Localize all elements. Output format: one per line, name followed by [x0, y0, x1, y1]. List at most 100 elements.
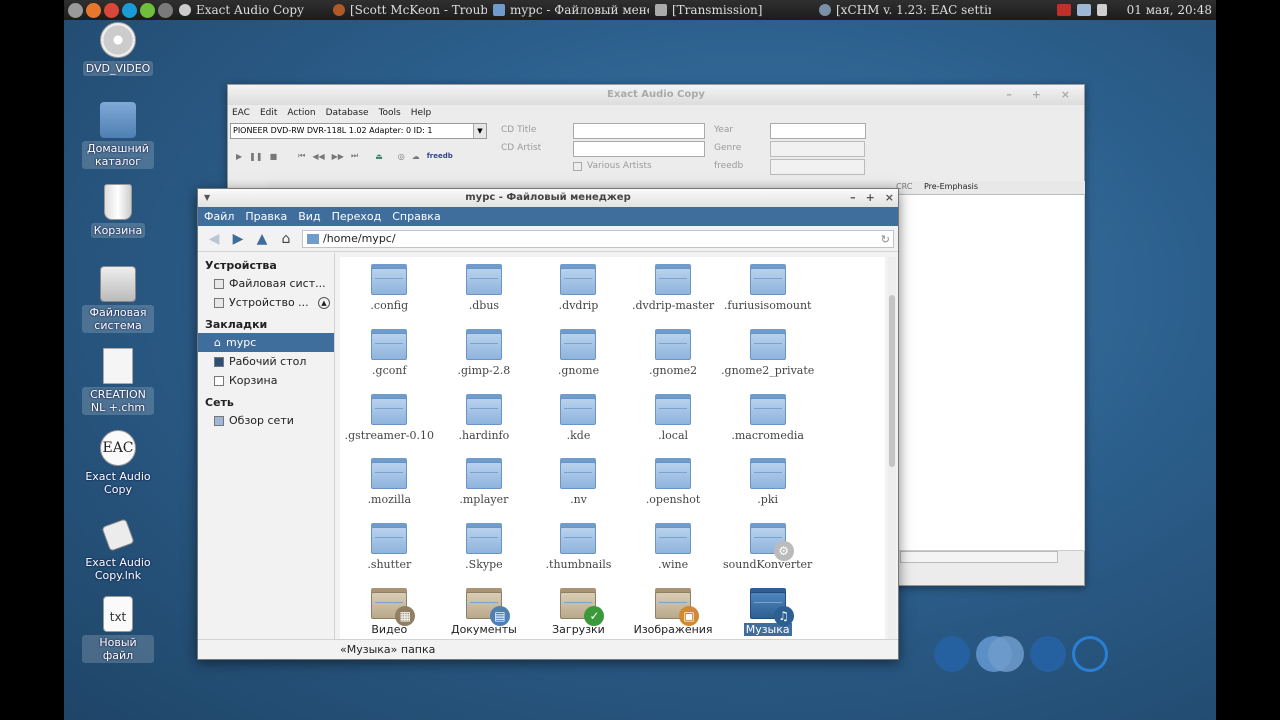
horizontal-scrollbar[interactable] [900, 551, 1058, 563]
desktop-icon-dvd[interactable]: DVD_VIDEO [82, 22, 154, 76]
file-grid[interactable]: .config .dbus .dvdrip .dvdrip-master .furius… [340, 257, 885, 640]
menu-file[interactable]: Файл [204, 210, 234, 223]
folder-item[interactable]: .dbus [437, 261, 532, 326]
network-icon[interactable] [1076, 4, 1091, 16]
home-icon[interactable]: ⌂ [276, 229, 296, 249]
minimize-icon[interactable]: – [850, 189, 856, 207]
folder-item[interactable]: .local [626, 391, 721, 456]
firefox-icon[interactable] [86, 2, 101, 18]
stop-icon[interactable]: ■ [270, 152, 278, 161]
folder-item[interactable]: .pki [720, 455, 815, 520]
eac-menu-eac[interactable]: EAC [232, 108, 250, 118]
workspace-5[interactable] [1072, 636, 1108, 672]
fm-titlebar[interactable]: ▼ mypc - Файловый менеджер – + × [198, 189, 898, 207]
maximize-icon[interactable]: + [866, 189, 875, 207]
rewind-icon[interactable]: ◀◀ [312, 152, 324, 161]
menu-go[interactable]: Переход [332, 210, 382, 223]
folder-item[interactable]: .gnome2 [626, 326, 721, 391]
folder-item[interactable]: .mozilla [342, 455, 437, 520]
workspace-4[interactable] [1030, 636, 1066, 672]
folder-item[interactable]: .furiusisomount [720, 261, 815, 326]
task-transmission[interactable]: [Transmission] [649, 0, 813, 20]
task-xchm[interactable]: [xCHM v. 1.23: EAC settings] [813, 0, 991, 20]
globe-icon[interactable] [158, 2, 173, 18]
eac-titlebar[interactable]: Exact Audio Copy – + × [228, 85, 1084, 105]
menu-edit[interactable]: Правка [245, 210, 287, 223]
record-icon[interactable] [1056, 4, 1071, 16]
folder-item[interactable]: .gimp-2.8 [437, 326, 532, 391]
path-bar[interactable]: /home/mypc/ ↻ [302, 229, 894, 248]
cd-title-field[interactable] [573, 123, 705, 139]
folder-item[interactable]: .kde [531, 391, 626, 456]
freedb-select[interactable] [770, 159, 865, 175]
eac-menu-tools[interactable]: Tools [379, 108, 401, 118]
desktop-icon-newfile[interactable]: txt Новый файл [82, 596, 154, 663]
folder-item[interactable]: ▦ Видео [342, 585, 437, 640]
forward-icon[interactable]: ▶ [228, 229, 248, 249]
skype-icon[interactable] [122, 2, 137, 18]
clock[interactable]: 01 мая, 20:48 [1127, 3, 1212, 17]
cdtext-icon[interactable]: ☁ [412, 152, 420, 161]
menu-view[interactable]: Вид [298, 210, 320, 223]
eac-menu-edit[interactable]: Edit [260, 108, 277, 118]
menu-help[interactable]: Справка [392, 210, 440, 223]
sidebar-item-filesystem[interactable]: Файловая сист... [198, 274, 334, 293]
sidebar-item-desktop[interactable]: Рабочий стол [198, 352, 334, 371]
up-icon[interactable]: ▲ [252, 229, 272, 249]
folder-item[interactable]: .gstreamer-0.10 [342, 391, 437, 456]
folder-item[interactable]: .wine [626, 520, 721, 585]
desktop-icon-chm[interactable]: CREATION NL +.chm [82, 348, 154, 415]
menu-icon[interactable] [68, 2, 83, 18]
sidebar-item-trash[interactable]: Корзина [198, 371, 334, 390]
back-icon[interactable]: ◀ [204, 229, 224, 249]
close-icon[interactable]: × [885, 189, 894, 207]
eject-icon[interactable]: ⏏ [375, 152, 383, 161]
folder-item[interactable]: .mplayer [437, 455, 532, 520]
vertical-scrollbar[interactable] [888, 257, 896, 640]
folder-item[interactable]: ⚙ soundKonverter [720, 520, 815, 585]
sidebar-item-network[interactable]: Обзор сети [198, 411, 334, 430]
folder-item[interactable]: .gnome2_private [720, 326, 815, 391]
folder-item[interactable]: .Skype [437, 520, 532, 585]
folder-item[interactable]: .thumbnails [531, 520, 626, 585]
eject-icon[interactable]: ▲ [318, 296, 330, 309]
sidebar-item-mypc[interactable]: ⌂ mypc [198, 333, 334, 352]
folder-item[interactable]: .nv [531, 455, 626, 520]
workspace-3[interactable] [988, 636, 1024, 672]
drive-select[interactable]: PIONEER DVD-RW DVR-118L 1.02 Adapter: 0 … [230, 123, 487, 139]
chevron-down-icon[interactable]: ▼ [473, 124, 486, 138]
desktop-icon-filesystem[interactable]: Файловая система [82, 266, 154, 333]
folder-item[interactable]: .dvdrip-master [626, 261, 721, 326]
sidebar-item-device[interactable]: Устройство ... ▲ [198, 293, 334, 312]
refresh-icon[interactable]: ↻ [881, 232, 890, 248]
eac-menu-database[interactable]: Database [326, 108, 369, 118]
folder-item[interactable]: .gnome [531, 326, 626, 391]
column-pre-emphasis[interactable]: Pre-Emphasis [924, 182, 978, 191]
task-eac[interactable]: Exact Audio Copy [173, 0, 321, 20]
window-menu-icon[interactable]: ▼ [204, 189, 210, 207]
desktop-icon-eac-lnk[interactable]: Exact Audio Copy.lnk [82, 516, 154, 583]
desktop-icon-home[interactable]: Домашний каталог [82, 102, 154, 169]
desktop-icon-eac[interactable]: EAC Exact Audio Copy [82, 430, 154, 497]
scrollbar-thumb[interactable] [889, 295, 895, 467]
desktop-icon-trash[interactable]: Корзина [82, 184, 154, 238]
folder-item[interactable]: .macromedia [720, 391, 815, 456]
folder-item[interactable]: ▤ Документы [437, 585, 532, 640]
volume-icon[interactable] [1096, 4, 1107, 16]
freedb-button[interactable]: freedb [427, 152, 453, 160]
task-file-manager[interactable]: mypc - Файловый мене... [487, 0, 649, 20]
folder-item[interactable]: .config [342, 261, 437, 326]
leaf-icon[interactable] [140, 2, 155, 18]
folder-item[interactable]: .dvdrip [531, 261, 626, 326]
forward-icon[interactable]: ▶▶ [332, 152, 344, 161]
folder-item[interactable]: ▣ Изображения [626, 585, 721, 640]
pause-icon[interactable]: ❚❚ [249, 152, 262, 161]
genre-select[interactable] [770, 141, 865, 157]
various-artists-checkbox[interactable]: Various Artists [573, 161, 652, 171]
task-browser[interactable]: [Scott McKeon - Trouble (2... [327, 0, 487, 20]
year-field[interactable] [770, 123, 866, 139]
folder-item[interactable]: .openshot [626, 455, 721, 520]
last-track-icon[interactable]: ⏭ [351, 151, 358, 161]
folder-item[interactable]: ✓ Загрузки [531, 585, 626, 640]
cd-artist-field[interactable] [573, 141, 705, 157]
